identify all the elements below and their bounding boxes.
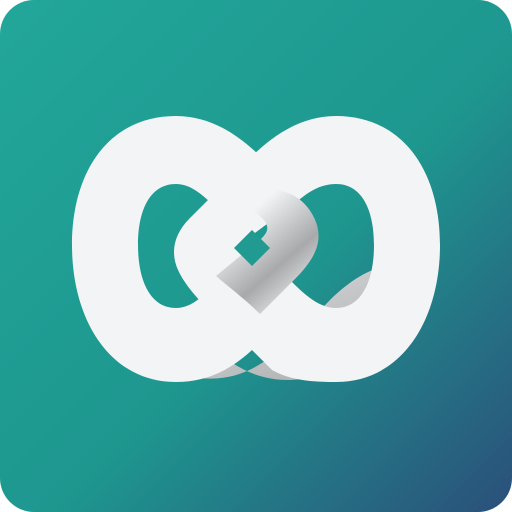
app-icon-tile — [0, 0, 512, 512]
infinity-loop-icon — [0, 0, 512, 512]
